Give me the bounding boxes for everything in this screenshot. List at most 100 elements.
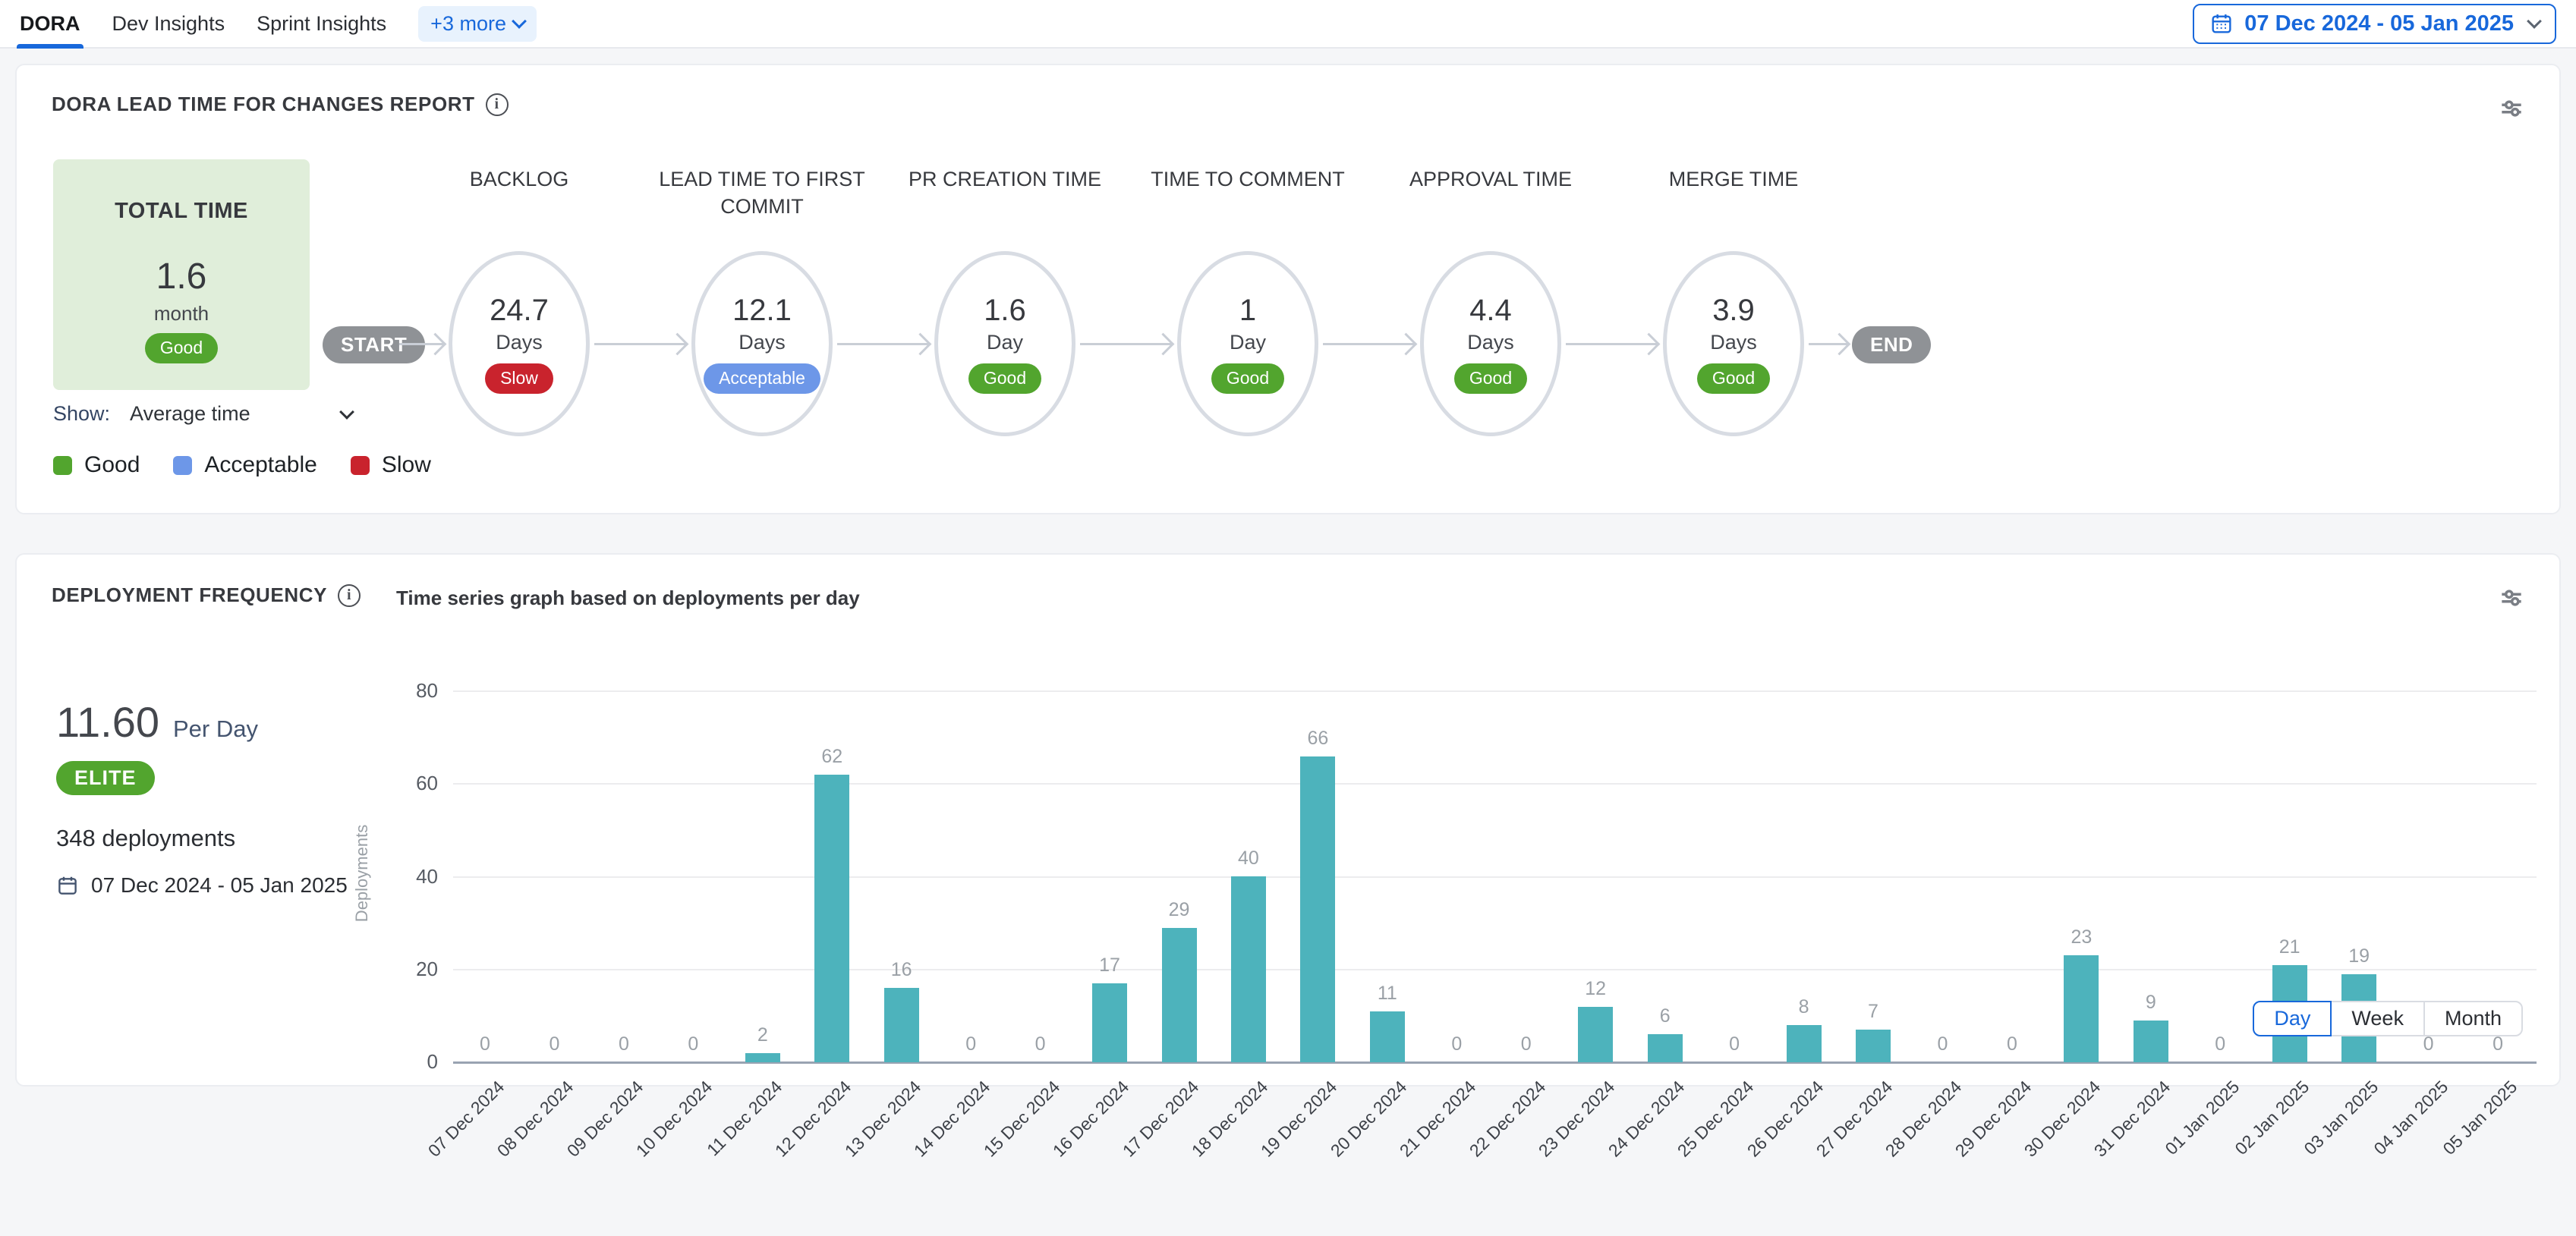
deployment-bar[interactable] [2134, 1021, 2168, 1062]
deployment-bar[interactable] [1162, 928, 1197, 1062]
bar-value-label: 21 [2256, 936, 2324, 958]
bar-value-label: 66 [1283, 728, 1352, 750]
lead-time-flow: STARTBACKLOG24.7DaysSlowLEAD TIME TO FIR… [17, 65, 2559, 513]
flow-arrow [594, 343, 685, 345]
chevron-down-icon [512, 14, 527, 29]
show-row: Show: Average time [53, 402, 352, 426]
top-bar: DORADev InsightsSprint Insights +3 more … [0, 0, 2576, 49]
deployment-bar[interactable] [1648, 1034, 1683, 1062]
bar-value-label: 40 [1214, 848, 1283, 870]
gridline [453, 876, 2537, 878]
gridline [453, 690, 2537, 692]
bar-value-label: 0 [1700, 1033, 1768, 1055]
gridline [453, 969, 2537, 970]
bar-value-label: 0 [2395, 1033, 2463, 1055]
tab-dev-insights[interactable]: Dev Insights [112, 0, 225, 47]
legend-label: Slow [382, 452, 431, 478]
stage-status-badge: Good [1211, 363, 1284, 394]
stage-node-5: 4.4 Days Good [1420, 251, 1561, 436]
stage-status-badge: Good [968, 363, 1041, 394]
tab-dora[interactable]: DORA [20, 0, 80, 47]
end-pill: END [1852, 326, 1931, 363]
bar-value-label: 0 [451, 1033, 519, 1055]
stage-unit: Days [1710, 331, 1757, 354]
y-axis-tick: 80 [366, 679, 438, 703]
bar-value-label: 0 [2464, 1033, 2532, 1055]
deployment-bar[interactable] [1300, 756, 1335, 1062]
y-axis-tick: 40 [366, 865, 438, 888]
deployment-bar[interactable] [1370, 1011, 1405, 1062]
legend-label: Good [84, 452, 140, 478]
stage-title: BACKLOG [394, 165, 644, 193]
legend-label: Acceptable [204, 452, 316, 478]
bar-value-label: 0 [659, 1033, 727, 1055]
stage-value: 3.9 [1712, 294, 1755, 328]
bar-value-label: 0 [1978, 1033, 2046, 1055]
toggle-week-button[interactable]: Week [2330, 1001, 2425, 1036]
flow-arrow [1566, 343, 1657, 345]
date-range-picker[interactable]: 07 Dec 2024 - 05 Jan 2025 [2193, 4, 2556, 44]
bar-value-label: 11 [1353, 983, 1422, 1005]
stage-status-badge: Good [1697, 363, 1770, 394]
stage-value: 24.7 [490, 294, 549, 328]
bar-value-label: 62 [798, 746, 866, 768]
stage-title: PR CREATION TIME [880, 165, 1130, 193]
stage-value: 12.1 [732, 294, 792, 328]
deployment-frequency-card: DEPLOYMENT FREQUENCY i Time series graph… [15, 553, 2561, 1087]
flow-arrow [1809, 343, 1847, 345]
bar-value-label: 23 [2047, 926, 2115, 948]
date-range-label: 07 Dec 2024 - 05 Jan 2025 [2244, 11, 2514, 36]
more-tabs-button[interactable]: +3 more [418, 6, 537, 42]
stage-title: APPROVAL TIME [1365, 165, 1616, 193]
deployment-bar[interactable] [745, 1053, 780, 1062]
bar-value-label: 6 [1631, 1005, 1699, 1027]
show-dropdown[interactable]: Average time [130, 402, 352, 426]
bar-value-label: 0 [1006, 1033, 1075, 1055]
stage-node-4: 1DayGood [1177, 251, 1318, 436]
bar-value-label: 29 [1145, 899, 1214, 921]
stage-title: TIME TO COMMENT [1123, 165, 1373, 193]
deployments-bar-chart: Deployments 806040200007 Dec 2024008 Dec… [17, 555, 2559, 1085]
stage-title: LEAD TIME TO FIRST COMMIT [637, 165, 887, 221]
stage-node-2: 12.1 Days Acceptable [691, 251, 833, 436]
legend-item-acceptable: Acceptable [173, 452, 316, 478]
toggle-month-button[interactable]: Month [2423, 1001, 2523, 1036]
y-axis-tick: 60 [366, 772, 438, 795]
show-label: Show: [53, 402, 110, 426]
show-dropdown-value: Average time [130, 402, 250, 426]
stage-status-badge: Good [1454, 363, 1527, 394]
bar-value-label: 9 [2117, 992, 2185, 1014]
deployment-bar[interactable] [1856, 1030, 1891, 1062]
bar-value-label: 0 [2186, 1033, 2254, 1055]
flow-arrow [1323, 343, 1414, 345]
legend-swatch [53, 456, 72, 475]
tab-sprint-insights[interactable]: Sprint Insights [257, 0, 386, 47]
bar-value-label: 2 [729, 1024, 797, 1046]
stage-unit: Days [1467, 331, 1514, 354]
stage-node-6: 3.9 Days Good [1663, 251, 1804, 436]
toggle-day-button[interactable]: Day [2253, 1001, 2332, 1036]
deployment-bar[interactable] [2064, 955, 2099, 1062]
legend-swatch [173, 456, 192, 475]
chevron-down-icon [2527, 14, 2542, 29]
deployment-bar[interactable] [1092, 983, 1127, 1062]
stage-unit: Day [1230, 331, 1266, 354]
deployment-bar[interactable] [1231, 876, 1266, 1062]
stage-value: 1.6 [984, 294, 1026, 328]
legend-swatch [351, 456, 370, 475]
bar-value-label: 0 [590, 1033, 658, 1055]
stage-value: 4.4 [1469, 294, 1512, 328]
deployment-bar[interactable] [1787, 1025, 1822, 1062]
bar-value-label: 17 [1075, 955, 1144, 977]
legend-item-good: Good [53, 452, 140, 478]
bar-value-label: 0 [520, 1033, 588, 1055]
stage-unit: Day [987, 331, 1023, 354]
stage-status-badge: Acceptable [704, 363, 820, 394]
stage-status-badge: Slow [485, 363, 553, 394]
deployment-bar[interactable] [1578, 1007, 1613, 1062]
bar-value-label: 7 [1839, 1001, 1907, 1023]
stage-unit: Days [738, 331, 786, 354]
deployment-bar[interactable] [814, 775, 849, 1062]
deployment-bar[interactable] [884, 988, 919, 1062]
bar-value-label: 0 [1422, 1033, 1491, 1055]
